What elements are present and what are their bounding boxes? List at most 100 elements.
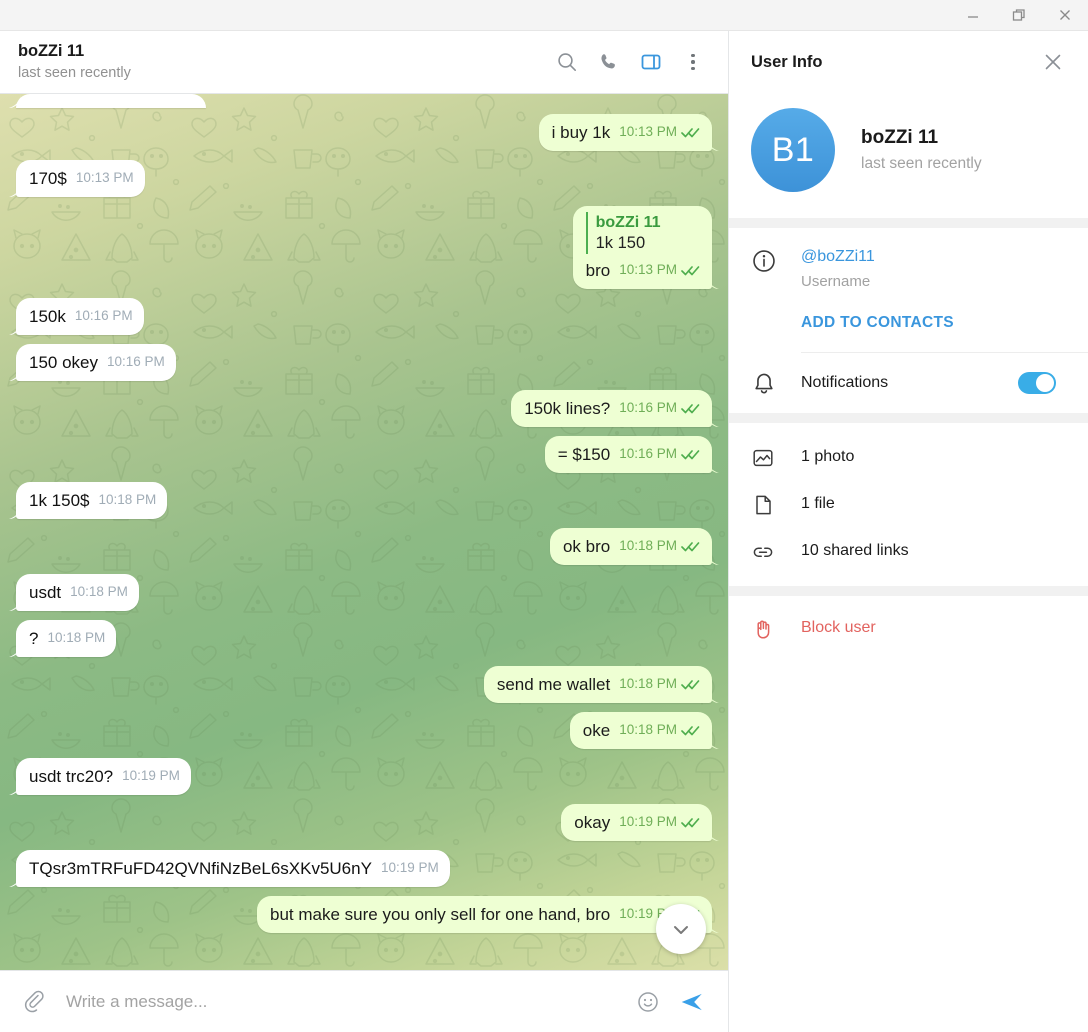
avatar[interactable]: B1 [751, 108, 835, 192]
message-row[interactable]: oke 10:18 PM [16, 712, 712, 749]
message-text: send me wallet [496, 675, 611, 694]
bell-icon [751, 369, 801, 397]
add-to-contacts-button[interactable]: ADD TO CONTACTS [801, 314, 954, 332]
shared-media-photos-label: 1 photo [801, 447, 855, 465]
message-composer [0, 970, 728, 1032]
file-icon [751, 491, 801, 517]
incoming-message-bubble[interactable]: ? 10:18 PM [16, 620, 117, 657]
outgoing-message-bubble[interactable]: 150k lines? 10:16 PM [511, 390, 712, 427]
incoming-message-bubble[interactable]: usdt trc20? 10:19 PM [16, 758, 191, 795]
user-info-content: B1 boZZi 11 last seen recently @boZZi11 … [729, 94, 1088, 1032]
message-meta: 10:16 PM [75, 305, 133, 328]
shared-media-photos[interactable]: 1 photo [729, 433, 1088, 480]
message-time: 10:16 PM [107, 354, 165, 369]
outgoing-message-bubble[interactable]: i buy 1k 10:13 PM [538, 114, 712, 151]
message-scroll-area[interactable]: i buy 1k 10:13 PM 170$ 10:13 PM boZZi 11 1k 1… [0, 94, 728, 970]
outgoing-message-bubble[interactable]: okay 10:19 PM [561, 804, 712, 841]
incoming-message-bubble[interactable]: 150k 10:16 PM [16, 298, 144, 335]
message-row[interactable]: 1k 150$ 10:18 PM [16, 482, 712, 519]
block-user-row[interactable]: Block user [729, 596, 1088, 652]
message-text: 150 okey [29, 353, 98, 372]
more-dots [691, 53, 695, 71]
message-row[interactable]: ok bro 10:18 PM [16, 528, 712, 565]
chat-status: last seen recently [18, 65, 131, 81]
incoming-message-bubble[interactable]: 1k 150$ 10:18 PM [16, 482, 168, 519]
photo-icon [751, 444, 801, 470]
message-time: 10:18 PM [619, 538, 677, 553]
message-time: 10:18 PM [47, 630, 106, 645]
restore-button[interactable] [996, 0, 1042, 30]
scroll-to-bottom-button[interactable] [656, 904, 706, 954]
message-meta: 10:18 PM [99, 489, 157, 512]
message-row[interactable]: = $150 10:16 PM [16, 436, 712, 473]
outgoing-message-bubble[interactable]: boZZi 11 1k 150 bro 10:13 PM [572, 206, 712, 289]
send-icon[interactable] [672, 982, 712, 1022]
profile-summary: B1 boZZi 11 last seen recently [729, 94, 1088, 218]
smiley-icon[interactable] [628, 982, 668, 1022]
profile-text: boZZi 11 last seen recently [861, 125, 982, 175]
chat-header-titles[interactable]: boZZi 11 last seen recently [18, 41, 546, 83]
message-row[interactable]: send me wallet 10:18 PM [16, 666, 712, 703]
close-icon[interactable] [1032, 41, 1074, 83]
incoming-message-bubble[interactable]: usdt 10:18 PM [16, 574, 139, 611]
message-list[interactable]: i buy 1k 10:13 PM 170$ 10:13 PM boZZi 11 1k 1… [0, 94, 728, 970]
message-row[interactable]: i buy 1k 10:13 PM [16, 114, 712, 151]
reply-quote[interactable]: boZZi 11 1k 150 [585, 212, 661, 254]
outgoing-message-bubble[interactable]: oke 10:18 PM [569, 712, 712, 749]
message-row[interactable]: but make sure you only sell for one hand… [16, 896, 712, 933]
message-meta: 10:13 PM [619, 259, 701, 282]
outgoing-message-bubble[interactable]: but make sure you only sell for one hand… [257, 896, 712, 933]
incoming-message-bubble-partial[interactable] [16, 94, 206, 108]
message-meta: 10:13 PM [619, 121, 701, 144]
message-input[interactable] [58, 991, 624, 1012]
message-text: i buy 1k [551, 123, 611, 142]
message-text: usdt [29, 583, 62, 602]
user-info-header: User Info [729, 31, 1088, 94]
message-row[interactable]: ? 10:18 PM [16, 620, 712, 657]
message-meta: 10:16 PM [107, 351, 165, 374]
incoming-message-bubble[interactable]: 150 okey 10:16 PM [16, 344, 176, 381]
message-row[interactable]: okay 10:19 PM [16, 804, 712, 841]
username-row[interactable]: @boZZi11 Username ADD TO CONTACTS [729, 228, 1088, 352]
incoming-message-bubble[interactable]: 170$ 10:13 PM [16, 160, 145, 197]
outgoing-message-bubble[interactable]: send me wallet 10:18 PM [483, 666, 712, 703]
message-time: 10:18 PM [619, 676, 677, 691]
message-text: 150k lines? [524, 399, 611, 418]
shared-media-files-label: 1 file [801, 494, 835, 512]
incoming-message-bubble[interactable]: TQsr3mTRFuFD42QVNfiNzBeL6sXKv5U6nY 10:19 … [16, 850, 450, 887]
username-value[interactable]: @boZZi11 [801, 246, 1066, 268]
message-row[interactable]: 170$ 10:13 PM [16, 160, 712, 197]
window-titlebar [0, 0, 1088, 31]
search-icon[interactable] [546, 41, 588, 83]
shared-media-files[interactable]: 1 file [729, 480, 1088, 527]
message-row[interactable]: 150k lines? 10:16 PM [16, 390, 712, 427]
outgoing-message-bubble[interactable]: = $150 10:16 PM [544, 436, 712, 473]
notifications-row[interactable]: Notifications [729, 353, 1088, 413]
message-text: TQsr3mTRFuFD42QVNfiNzBeL6sXKv5U6nY [29, 859, 372, 878]
message-row[interactable] [16, 94, 712, 108]
minimize-button[interactable] [950, 0, 996, 30]
chevron-down-icon [674, 926, 688, 934]
link-icon [751, 538, 801, 564]
message-time: 10:19 PM [122, 768, 180, 783]
message-text: okay [574, 813, 611, 832]
info-panel-icon[interactable] [630, 41, 672, 83]
read-ticks-icon [681, 128, 700, 138]
chat-header: boZZi 11 last seen recently [0, 31, 728, 94]
message-meta: 10:13 PM [76, 167, 134, 190]
phone-icon[interactable] [588, 41, 630, 83]
notifications-toggle[interactable] [1018, 372, 1056, 394]
outgoing-message-bubble[interactable]: ok bro 10:18 PM [549, 528, 712, 565]
more-icon[interactable] [672, 41, 714, 83]
message-row[interactable]: 150k 10:16 PM [16, 298, 712, 335]
message-row[interactable]: usdt trc20? 10:19 PM [16, 758, 712, 795]
message-row[interactable]: 150 okey 10:16 PM [16, 344, 712, 381]
message-row[interactable]: usdt 10:18 PM [16, 574, 712, 611]
message-time: 10:16 PM [619, 446, 677, 461]
close-button[interactable] [1042, 0, 1088, 30]
paperclip-icon[interactable] [14, 982, 54, 1022]
message-text: 1k 150$ [29, 491, 90, 510]
message-row[interactable]: boZZi 11 1k 150 bro 10:13 PM [16, 206, 712, 289]
message-row[interactable]: TQsr3mTRFuFD42QVNfiNzBeL6sXKv5U6nY 10:19 … [16, 850, 712, 887]
shared-media-links[interactable]: 10 shared links [729, 527, 1088, 574]
